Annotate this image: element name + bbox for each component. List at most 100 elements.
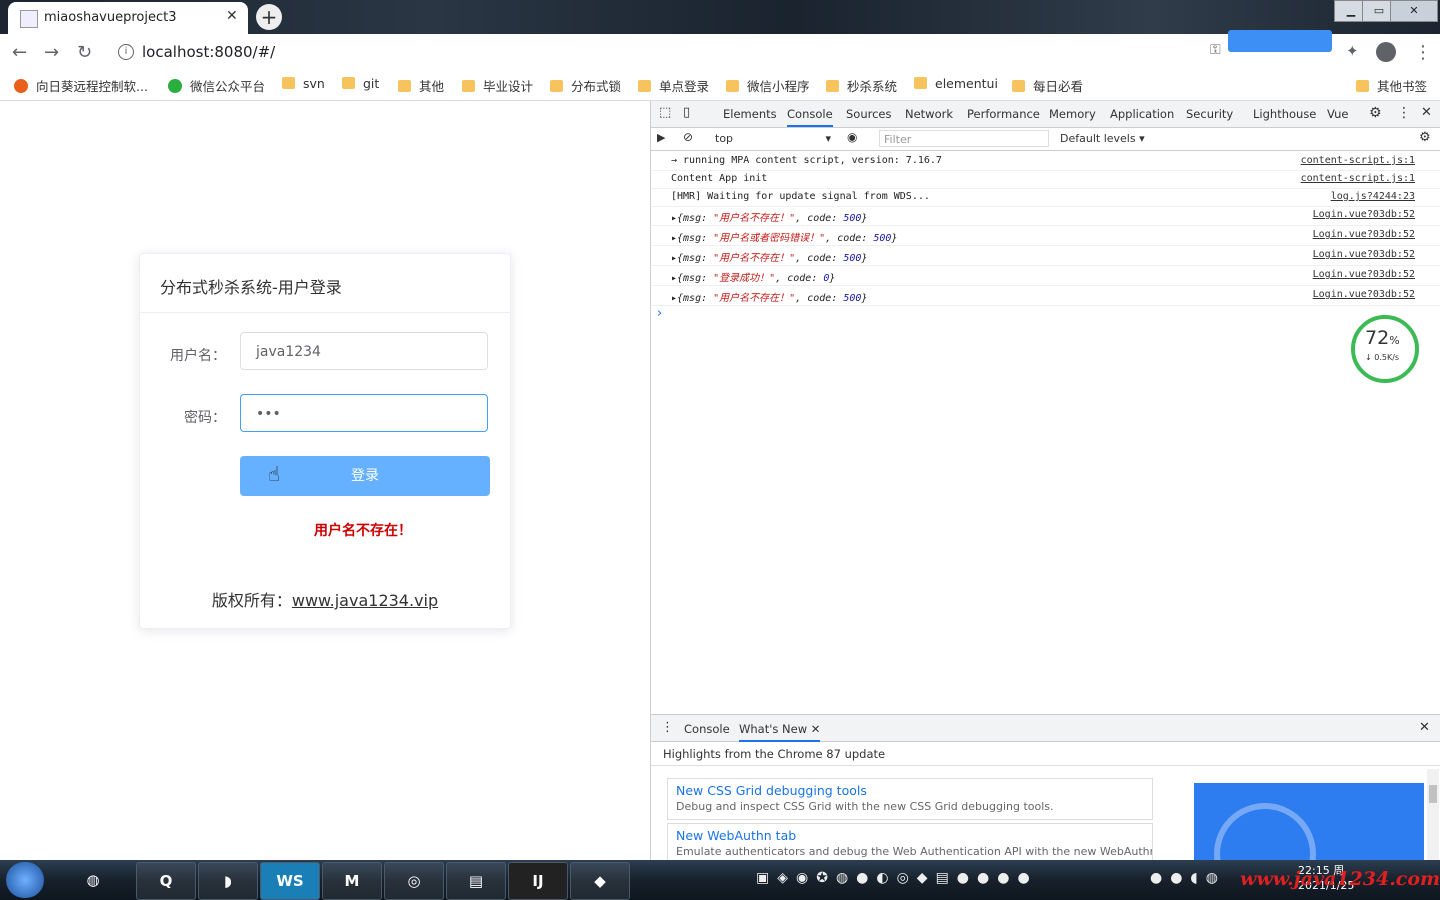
log-object[interactable]: ▸{msg: "登录成功！", code: 0} — [671, 269, 835, 284]
forward-icon[interactable]: → — [44, 42, 59, 63]
log-row[interactable]: ▸{msg: "用户名或者密码错误！", code: 500} Login.vu… — [651, 225, 1440, 246]
new-tab-button[interactable]: + — [256, 4, 282, 30]
taskbar-app-icon[interactable]: Q — [136, 862, 196, 900]
tab-elements[interactable]: Elements — [723, 107, 777, 121]
profile-avatar[interactable] — [1376, 42, 1396, 62]
taskbar-app-icon[interactable]: ◆ — [570, 862, 630, 900]
key-icon[interactable]: ⚿ — [1210, 42, 1221, 58]
bookmark-folder[interactable]: 毕业设计 — [462, 76, 533, 95]
feature-title[interactable]: New WebAuthn tab — [676, 828, 796, 843]
bookmark-folder[interactable]: svn — [282, 76, 325, 91]
omnibox[interactable]: i localhost:8080/#/ — [108, 38, 1208, 66]
reload-icon[interactable]: ↻ — [77, 42, 92, 63]
drawer-menu-icon[interactable]: ⋮ — [661, 720, 674, 735]
sidebar-toggle-icon[interactable]: ▶ — [657, 131, 665, 144]
clear-console-icon[interactable]: ⊘ — [683, 130, 693, 144]
log-row: → running MPA content script, version: 7… — [651, 151, 1440, 171]
address-bar-row: ← → ↻ i localhost:8080/#/ ⚿ ✦ ⋮ — [0, 30, 1440, 70]
webstorm-icon[interactable]: WS — [260, 862, 320, 900]
bookmark-folder[interactable]: 其他 — [398, 76, 444, 95]
taskbar-app-icon[interactable]: M — [322, 862, 382, 900]
close-devtools-icon[interactable]: ✕ — [1421, 105, 1432, 120]
password-label: 密码： — [184, 410, 226, 426]
other-bookmarks[interactable]: 其他书签 — [1356, 76, 1427, 95]
taskbar-app-icon[interactable]: ◍ — [64, 862, 122, 898]
copyright-link[interactable]: www.java1234.vip — [292, 591, 438, 610]
feature-title[interactable]: New CSS Grid debugging tools — [676, 783, 867, 798]
log-row[interactable]: ▸{msg: "用户名不存在！", code: 500} Login.vue?0… — [651, 245, 1440, 266]
bookmark-item[interactable]: 微信公众平台 — [168, 76, 265, 95]
tab-security[interactable]: Security — [1186, 107, 1233, 121]
bookmark-folder[interactable]: 微信小程序 — [726, 76, 810, 95]
bookmark-folder[interactable]: 单点登录 — [638, 76, 709, 95]
tab-memory[interactable]: Memory — [1049, 107, 1096, 121]
log-source-link[interactable]: Login.vue?03db:52 — [1313, 209, 1415, 220]
bookmark-item[interactable]: 向日葵远程控制软... — [14, 76, 148, 95]
bookmark-folder[interactable]: 分布式锁 — [550, 76, 621, 95]
info-icon[interactable]: i — [118, 44, 134, 60]
tab-close-icon[interactable]: ✕ — [226, 8, 238, 24]
tab-vue[interactable]: Vue — [1327, 107, 1348, 121]
tab-performance[interactable]: Performance — [967, 107, 1040, 121]
start-button[interactable] — [6, 862, 44, 898]
inspect-icon[interactable]: ⬚ — [659, 105, 671, 120]
devtools-panel: ⬚ ▯ Elements Console Sources Network Per… — [650, 101, 1440, 863]
tray-icons-right[interactable]: ●●◖◍ — [1150, 870, 1226, 886]
menu-icon[interactable]: ⋮ — [1414, 42, 1432, 63]
settings-gear-icon[interactable]: ⚙ — [1369, 105, 1382, 121]
tab-application[interactable]: Application — [1110, 107, 1174, 121]
divider — [651, 765, 1440, 766]
log-row[interactable]: ▸{msg: "用户名不存在！", code: 500} Login.vue?0… — [651, 205, 1440, 226]
baidu-netdisk-widget[interactable] — [1228, 30, 1332, 52]
close-window-button[interactable]: ✕ — [1390, 0, 1438, 22]
filter-input[interactable]: Filter — [879, 130, 1049, 147]
intellij-icon[interactable]: IJ — [508, 862, 568, 900]
log-row[interactable]: ▸{msg: "用户名不存在！", code: 500} Login.vue?0… — [651, 285, 1440, 306]
back-icon[interactable]: ← — [12, 42, 27, 63]
password-input[interactable]: ••• — [240, 394, 488, 432]
tab-sources[interactable]: Sources — [846, 107, 892, 121]
log-source-link[interactable]: Login.vue?03db:52 — [1313, 269, 1415, 280]
more-icon[interactable]: ⋮ — [1397, 105, 1411, 121]
bookmark-folder[interactable]: elementui — [914, 76, 998, 91]
file-explorer-icon[interactable]: ▤ — [446, 862, 506, 900]
feature-card[interactable]: New CSS Grid debugging tools Debug and i… — [667, 778, 1153, 820]
console-settings-icon[interactable]: ⚙ — [1419, 130, 1431, 145]
console-prompt[interactable]: › — [657, 306, 662, 321]
drawer-tabbar: ⋮ Console What's New ✕ ✕ — [651, 715, 1440, 742]
drawer-tab-whats-new[interactable]: What's New ✕ — [739, 722, 821, 742]
bookmark-folder[interactable]: git — [342, 76, 379, 91]
scrollbar[interactable] — [1427, 769, 1439, 861]
bookmark-folder[interactable]: 每日必看 — [1012, 76, 1083, 95]
feature-desc: Emulate authenticators and debug the Web… — [676, 845, 1153, 858]
log-source-link[interactable]: Login.vue?03db:52 — [1313, 229, 1415, 240]
log-object[interactable]: ▸{msg: "用户名不存在！", code: 500} — [671, 209, 867, 224]
tab-lighthouse[interactable]: Lighthouse — [1253, 107, 1316, 121]
eye-icon[interactable]: ◉ — [847, 130, 857, 144]
close-drawer-icon[interactable]: ✕ — [1419, 720, 1430, 735]
log-row[interactable]: ▸{msg: "登录成功！", code: 0} Login.vue?03db:… — [651, 265, 1440, 286]
log-object[interactable]: ▸{msg: "用户名或者密码错误！", code: 500} — [671, 229, 897, 244]
log-object[interactable]: ▸{msg: "用户名不存在！", code: 500} — [671, 249, 867, 264]
log-object[interactable]: ▸{msg: "用户名不存在！", code: 500} — [671, 289, 867, 304]
taskbar-app-icon[interactable]: ◗ — [198, 862, 258, 900]
tab-network[interactable]: Network — [905, 107, 953, 121]
bookmark-folder[interactable]: 秒杀系统 — [826, 76, 897, 95]
context-select[interactable]: top ▾ — [715, 132, 831, 145]
log-source-link[interactable]: content-script.js:1 — [1301, 155, 1415, 166]
log-source-link[interactable]: log.js?4244:23 — [1331, 191, 1415, 202]
chrome-icon[interactable]: ◎ — [384, 862, 444, 900]
feature-card[interactable]: New WebAuthn tab Emulate authenticators … — [667, 823, 1153, 862]
device-toolbar-icon[interactable]: ▯ — [683, 105, 690, 120]
log-source-link[interactable]: Login.vue?03db:52 — [1313, 249, 1415, 260]
tab-console[interactable]: Console — [787, 107, 833, 127]
browser-tab[interactable]: miaoshavueproject3 ✕ — [8, 2, 248, 34]
log-source-link[interactable]: content-script.js:1 — [1301, 173, 1415, 184]
close-tab-icon[interactable]: ✕ — [811, 722, 821, 736]
extensions-icon[interactable]: ✦ — [1346, 42, 1359, 60]
levels-dropdown[interactable]: Default levels ▾ — [1060, 132, 1145, 145]
tray-icons[interactable]: ▣◈◉✪◍●◐◎◆▤●●●● — [756, 870, 1038, 886]
drawer-tab-console[interactable]: Console — [684, 722, 730, 736]
username-input[interactable]: java1234 — [240, 332, 488, 370]
log-source-link[interactable]: Login.vue?03db:52 — [1313, 289, 1415, 300]
